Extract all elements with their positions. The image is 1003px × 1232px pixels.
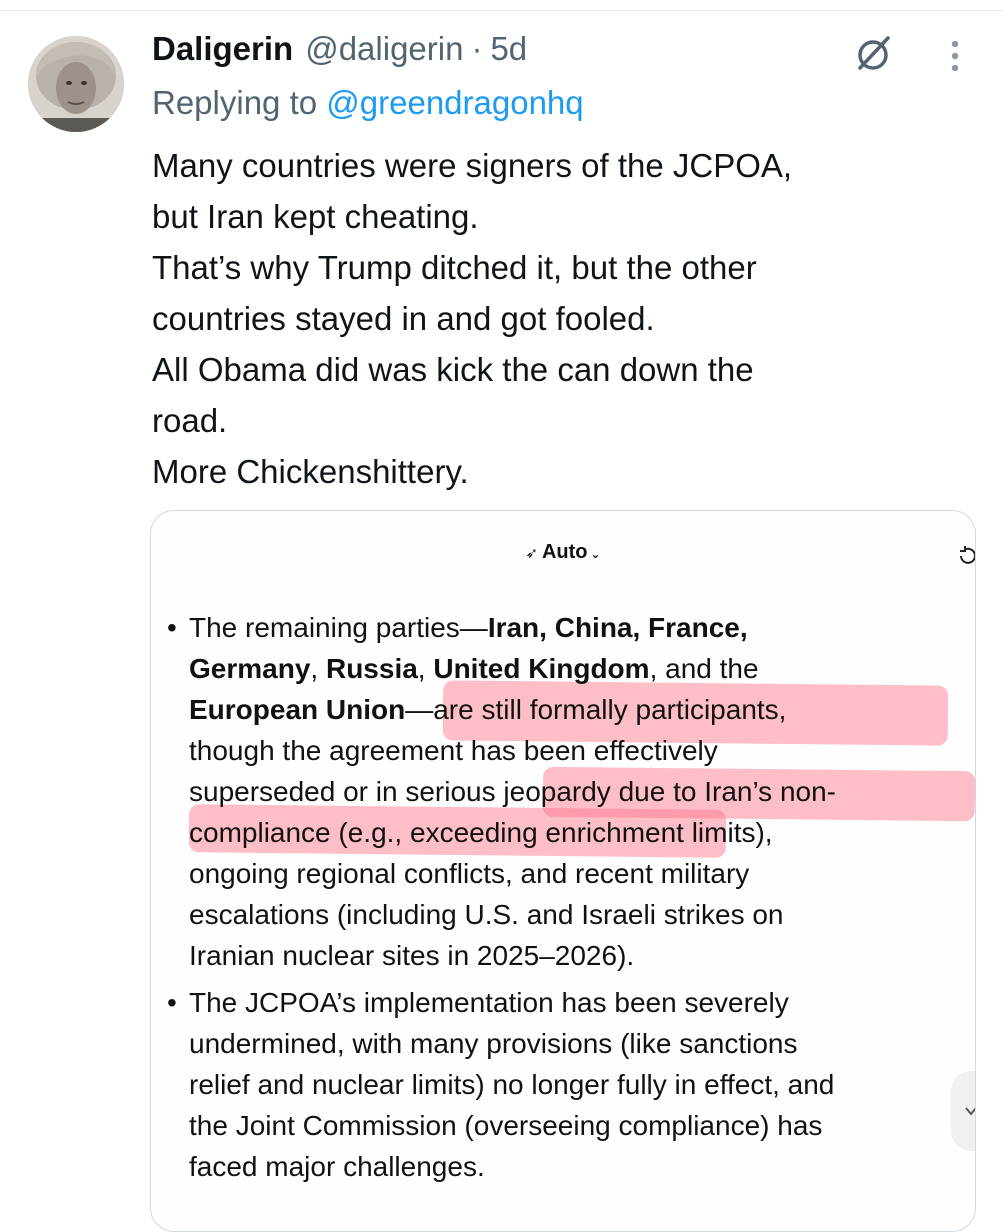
text-line: superseded or in serious jeopardy due to…	[189, 776, 836, 807]
text-run: ,	[417, 653, 426, 684]
tweet-header: Daligerin @daligerin · 5d	[152, 30, 527, 80]
user-handle[interactable]: @daligerin	[305, 30, 463, 68]
scroll-down-button[interactable]	[951, 1071, 975, 1151]
tweet-text: Many countries were signers of the JCPOA…	[152, 140, 982, 497]
chevron-down-icon: ⌄	[590, 547, 601, 561]
replying-handle-link[interactable]: @greendragonhq	[326, 84, 583, 121]
list-item: The JCPOA’s implementation has been seve…	[167, 982, 957, 1187]
text-line: undermined, with many provisions (like s…	[189, 1028, 798, 1059]
text-line: The JCPOA’s implementation has been seve…	[189, 987, 789, 1018]
tweet-text-line: road.	[152, 402, 228, 439]
replying-prefix: Replying to	[152, 84, 318, 121]
text-run: —are still formally participants,	[405, 694, 787, 725]
tweet-text-line: Many countries were signers of the JCPOA…	[152, 147, 793, 184]
timestamp[interactable]: 5d	[490, 30, 527, 68]
top-divider	[0, 0, 1003, 11]
text-run: , and the	[649, 653, 759, 684]
text-line: though the agreement has been effectivel…	[189, 735, 718, 766]
refresh-icon[interactable]	[957, 545, 975, 567]
attached-screenshot[interactable]: ➶Auto⌄ The remaining parties—Iran, China…	[150, 510, 976, 1232]
text-line: Iranian nuclear sites in 2025–2026).	[189, 940, 635, 971]
text-run: The remaining parties—	[189, 612, 488, 643]
text-line: relief and nuclear limits) no longer ful…	[189, 1069, 835, 1100]
rocket-icon: ➶	[525, 545, 538, 562]
more-vertical-icon[interactable]	[940, 36, 970, 76]
replying-to: Replying to @greendragonhq	[152, 84, 584, 122]
mute-icon[interactable]	[852, 32, 894, 74]
list-item: The remaining parties—Iran, China, Franc…	[167, 607, 957, 976]
mode-selector[interactable]: ➶ Auto ⌄	[151, 541, 975, 564]
display-name[interactable]: Daligerin	[152, 30, 293, 68]
text-line: escalations (including U.S. and Israeli …	[189, 899, 784, 930]
chevron-down-icon	[965, 1107, 975, 1116]
separator-dot: ·	[471, 30, 483, 67]
text-run-bold: Iran, China, France,	[487, 612, 748, 643]
avatar[interactable]	[28, 36, 124, 132]
tweet-text-line: More Chickenshittery.	[152, 453, 469, 490]
text-line: faced major challenges.	[189, 1151, 485, 1182]
answer-text: The remaining parties—Iran, China, Franc…	[167, 607, 957, 1187]
text-run: ,	[310, 653, 319, 684]
text-run-bold: Germany	[189, 653, 311, 684]
tweet-text-line: but Iran kept cheating.	[152, 198, 479, 235]
text-run-bold: United Kingdom	[433, 653, 650, 684]
text-run-bold: European Union	[189, 694, 406, 725]
text-line: compliance (e.g., exceeding enrichment l…	[189, 817, 773, 848]
text-line: the Joint Commission (overseeing complia…	[189, 1110, 823, 1141]
text-line: ongoing regional conflicts, and recent m…	[189, 858, 750, 889]
mode-label: Auto	[541, 541, 588, 563]
tweet-text-line: All Obama did was kick the can down the	[152, 351, 754, 388]
tweet-text-line: That’s why Trump ditched it, but the oth…	[152, 249, 757, 286]
tweet-text-line: countries stayed in and got fooled.	[152, 300, 655, 337]
text-run-bold: Russia	[325, 653, 418, 684]
